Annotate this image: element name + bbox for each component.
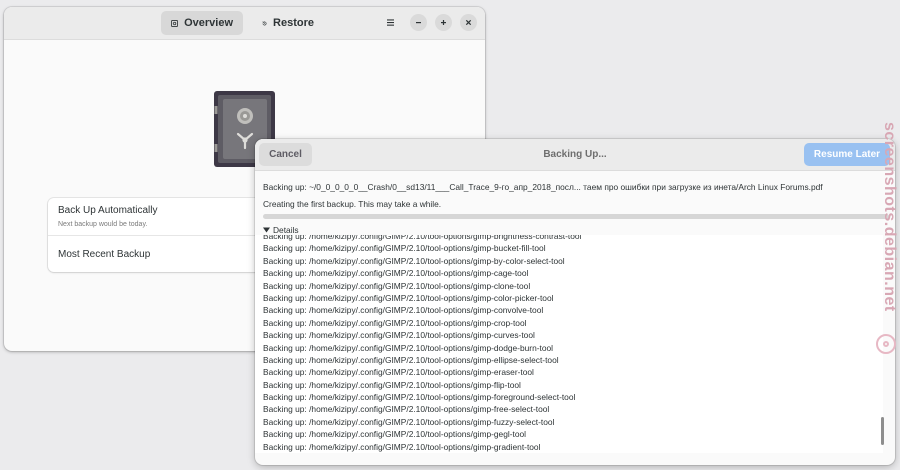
log-line: Backing up: /home/kizipy/.config/GIMP/2.… [263,367,534,378]
safe-icon [171,19,178,27]
tab-overview[interactable]: Overview [161,11,243,35]
log-line: Backing up: /home/kizipy/.config/GIMP/2.… [263,379,521,390]
triangle-down-icon [263,227,270,233]
menu-button[interactable] [382,14,399,31]
log-line: Backing up: /home/kizipy/.config/GIMP/2.… [263,354,559,365]
log-line: Backing up: /home/kizipy/.config/GIMP/2.… [263,235,582,241]
log-line: Backing up: /home/kizipy/.config/GIMP/2.… [263,330,535,341]
log-line: Backing up: /home/kizipy/.config/GIMP/2.… [263,404,550,415]
backup-status-line: Backing up: ~/0_0_0_0_0__Crash/0__sd13/1… [263,182,823,192]
resume-later-button[interactable]: Resume Later [804,143,890,166]
details-label: Details [273,225,299,235]
minimize-icon [416,22,421,24]
auto-backup-title[interactable]: Back Up Automatically [58,205,158,216]
log-line: Backing up: /home/kizipy/.config/GIMP/2.… [263,268,529,279]
first-backup-message: Creating the first backup. This may take… [263,199,442,209]
log-line: Backing up: /home/kizipy/.config/GIMP/2.… [263,342,554,353]
log-line: Backing up: /home/kizipy/.config/GIMP/2.… [263,416,555,427]
log-line: Backing up: /home/kizipy/.config/GIMP/2.… [263,255,565,266]
tab-restore-label: Restore [273,17,314,29]
close-icon [465,19,472,26]
log-line: Backing up: /home/kizipy/.config/GIMP/2.… [263,392,576,403]
tab-restore[interactable]: Restore [252,11,324,35]
dialog-header-bar: Cancel Backing Up... Resume Later [255,139,895,171]
log-scrollbar[interactable] [881,417,884,445]
recent-backup-title: Most Recent Backup [58,249,151,260]
watermark-logo-icon [876,334,896,354]
backup-progress-bar [263,214,889,219]
menu-icon [387,19,394,26]
log-line: Backing up: /home/kizipy/.config/GIMP/2.… [263,243,546,254]
maximize-button[interactable] [435,14,452,31]
backing-up-dialog: Cancel Backing Up... Resume Later Backin… [255,139,895,465]
log-line: Backing up: /home/kizipy/.config/GIMP/2.… [263,429,527,440]
maximize-icon [441,20,446,25]
tab-overview-label: Overview [184,17,233,29]
details-expander[interactable]: Details [263,225,299,235]
log-line: Backing up: /home/kizipy/.config/GIMP/2.… [263,280,531,291]
details-log[interactable]: Backing up: /home/kizipy/.config/GIMP/2.… [255,235,883,453]
close-button[interactable] [460,14,477,31]
dialog-title: Backing Up... [543,149,607,160]
log-line: Backing up: /home/kizipy/.config/GIMP/2.… [263,305,544,316]
minimize-button[interactable] [410,14,427,31]
header-bar: Overview Restore [4,7,485,40]
history-icon [262,20,267,25]
log-lines: Backing up: /home/kizipy/.config/GIMP/2.… [263,235,581,453]
log-line: Backing up: /home/kizipy/.config/GIMP/2.… [263,441,541,452]
auto-backup-subtitle: Next backup would be today. [58,221,148,228]
log-line: Backing up: /home/kizipy/.config/GIMP/2.… [263,292,554,303]
watermark-text: screenshots.debian.net [881,122,898,312]
log-line: Backing up: /home/kizipy/.config/GIMP/2.… [263,317,527,328]
